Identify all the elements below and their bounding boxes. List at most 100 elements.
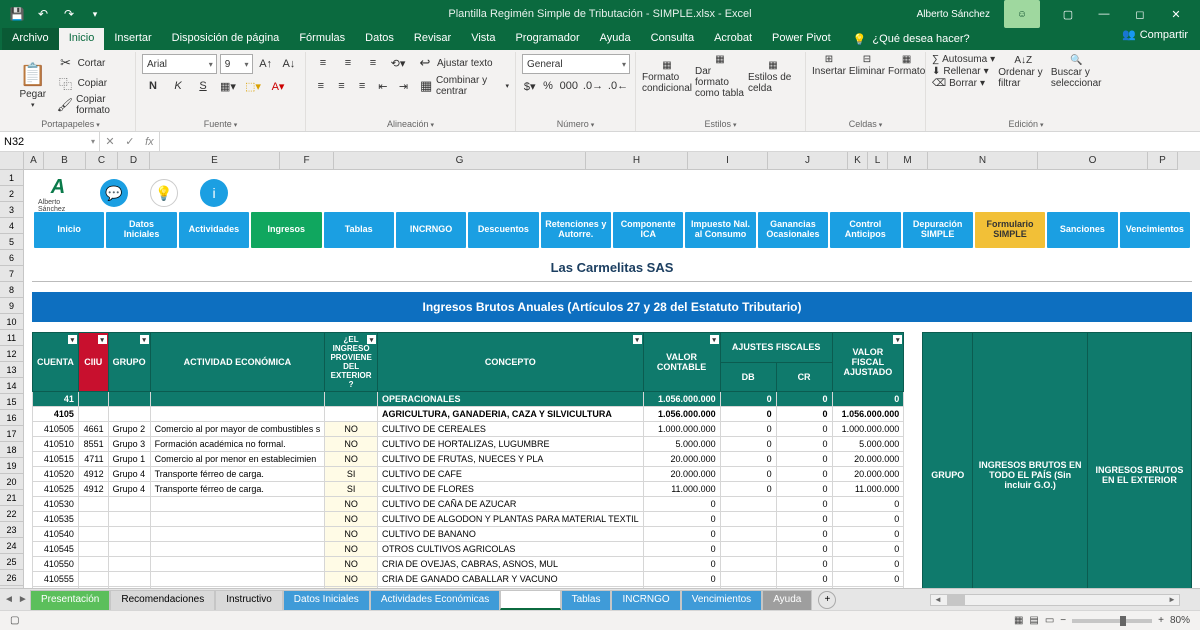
nav-btn-11[interactable]: Control Anticipos xyxy=(830,212,900,248)
copy-button[interactable]: ⿻Copiar xyxy=(57,74,129,92)
align-left-icon[interactable]: ≡ xyxy=(312,77,330,95)
nav-btn-3[interactable]: Ingresos xyxy=(251,212,321,248)
row-header[interactable]: 14 xyxy=(0,378,24,394)
summary-table[interactable]: GRUPOINGRESOS BRUTOS EN TODO EL PAÍS (Si… xyxy=(922,332,1192,588)
increase-font-icon[interactable]: A↑ xyxy=(256,55,276,73)
cancel-fx-icon[interactable]: ✕ xyxy=(105,135,114,148)
nav-btn-1[interactable]: Datos Iniciales xyxy=(106,212,176,248)
redo-icon[interactable]: ↷ xyxy=(58,3,80,25)
row-header[interactable]: 26 xyxy=(0,570,24,586)
zoom-in-icon[interactable]: + xyxy=(1158,615,1164,626)
delete-cells-button[interactable]: ⊟Eliminar xyxy=(849,54,885,77)
row-header[interactable]: 15 xyxy=(0,394,24,410)
sort-filter-button[interactable]: A↓ZOrdenar y filtrar xyxy=(998,55,1048,89)
wrap-text-button[interactable]: ↩Ajustar texto xyxy=(416,54,493,72)
sheet-next-icon[interactable]: ► xyxy=(18,594,28,605)
row-header[interactable]: 8 xyxy=(0,282,24,298)
tab-revisar[interactable]: Revisar xyxy=(404,28,461,50)
group-number[interactable]: Número xyxy=(522,119,629,131)
tab-programador[interactable]: Programador xyxy=(505,28,589,50)
row-header[interactable]: 9 xyxy=(0,298,24,314)
nav-btn-2[interactable]: Actividades xyxy=(179,212,249,248)
row-header[interactable]: 23 xyxy=(0,522,24,538)
info-icon[interactable]: i xyxy=(200,179,228,207)
col-header[interactable]: A xyxy=(24,152,44,170)
undo-icon[interactable]: ↶ xyxy=(32,3,54,25)
col-header[interactable]: J xyxy=(768,152,848,170)
tab-datos[interactable]: Datos xyxy=(355,28,404,50)
sheet-tab[interactable]: Ayuda xyxy=(762,590,812,610)
sheet-tab[interactable]: Presentación xyxy=(30,590,110,610)
row-header[interactable]: 21 xyxy=(0,490,24,506)
user-avatar[interactable]: ☺ xyxy=(1004,0,1040,28)
row-header[interactable]: 6 xyxy=(0,250,24,266)
normal-view-icon[interactable]: ▦ xyxy=(1014,615,1023,626)
sheet-tab[interactable]: Datos Iniciales xyxy=(283,590,370,610)
underline-button[interactable]: S xyxy=(192,77,214,95)
col-header[interactable]: K xyxy=(848,152,868,170)
tab-consulta[interactable]: Consulta xyxy=(641,28,704,50)
row-header[interactable]: 11 xyxy=(0,330,24,346)
align-top-icon[interactable]: ≡ xyxy=(312,54,334,72)
name-box[interactable]: N32 xyxy=(0,132,100,151)
row-header[interactable]: 7 xyxy=(0,266,24,282)
tab-vista[interactable]: Vista xyxy=(461,28,505,50)
row-header[interactable]: 12 xyxy=(0,346,24,362)
chat-icon[interactable]: 💬 xyxy=(100,179,128,207)
row-header[interactable]: 18 xyxy=(0,442,24,458)
clear-button[interactable]: ⌫ Borrar ▾ xyxy=(932,78,995,89)
tab-insertar[interactable]: Insertar xyxy=(104,28,161,50)
select-all-corner[interactable] xyxy=(0,152,24,170)
orientation-icon[interactable]: ⟲▾ xyxy=(387,54,409,72)
tab-inicio[interactable]: Inicio xyxy=(59,28,105,50)
font-name-select[interactable]: Arial xyxy=(142,54,217,74)
ribbon-options-icon[interactable]: ▢ xyxy=(1050,0,1086,28)
align-center-icon[interactable]: ≡ xyxy=(333,77,351,95)
row-header[interactable]: 19 xyxy=(0,458,24,474)
sheet-tab[interactable]: Instructivo xyxy=(215,590,283,610)
sheet-tab[interactable]: Ingresos xyxy=(500,590,560,610)
nav-btn-10[interactable]: Ganancias Ocasionales xyxy=(758,212,828,248)
cell-styles-button[interactable]: ▦Estilos de celda xyxy=(748,60,798,94)
nav-btn-15[interactable]: Vencimientos xyxy=(1120,212,1190,248)
user-name[interactable]: Alberto Sánchez xyxy=(913,0,994,28)
autosum-button[interactable]: ∑ Autosuma ▾ xyxy=(932,54,995,65)
col-header[interactable]: M xyxy=(888,152,928,170)
nav-btn-14[interactable]: Sanciones xyxy=(1047,212,1117,248)
col-header[interactable]: G xyxy=(334,152,586,170)
group-alignment[interactable]: Alineación xyxy=(312,119,509,131)
save-icon[interactable]: 💾 xyxy=(6,3,28,25)
align-bottom-icon[interactable]: ≡ xyxy=(362,54,384,72)
share-button[interactable]: 👥 Compartir xyxy=(1122,28,1188,41)
col-header[interactable]: E xyxy=(150,152,280,170)
currency-icon[interactable]: $▾ xyxy=(522,77,537,95)
record-macro-icon[interactable]: ▢ xyxy=(10,615,19,626)
nav-btn-12[interactable]: Depuración SIMPLE xyxy=(903,212,973,248)
nav-btn-5[interactable]: INCRNGO xyxy=(396,212,466,248)
tab-acrobat[interactable]: Acrobat xyxy=(704,28,762,50)
col-header[interactable]: C xyxy=(86,152,118,170)
row-header[interactable]: 1 xyxy=(0,170,24,186)
row-header[interactable]: 17 xyxy=(0,426,24,442)
sheet-prev-icon[interactable]: ◄ xyxy=(4,594,14,605)
pagebreak-view-icon[interactable]: ▭ xyxy=(1045,615,1054,626)
borders-icon[interactable]: ▦▾ xyxy=(217,77,239,95)
nav-btn-4[interactable]: Tablas xyxy=(324,212,394,248)
row-header[interactable]: 4 xyxy=(0,218,24,234)
tab-file[interactable]: Archivo xyxy=(2,28,59,50)
decrease-font-icon[interactable]: A↓ xyxy=(279,55,299,73)
col-header[interactable]: B xyxy=(44,152,86,170)
group-font[interactable]: Fuente xyxy=(142,119,299,131)
tab-ayuda[interactable]: Ayuda xyxy=(590,28,641,50)
zoom-slider[interactable] xyxy=(1072,619,1152,623)
cut-button[interactable]: ✂Cortar xyxy=(57,54,129,72)
merge-button[interactable]: ▦Combinar y centrar▾ xyxy=(419,75,509,97)
sheet-tab[interactable]: INCRNGO xyxy=(611,590,680,610)
fx-icon[interactable]: fx xyxy=(145,136,154,148)
nav-btn-6[interactable]: Descuentos xyxy=(468,212,538,248)
tab-formulas[interactable]: Fórmulas xyxy=(289,28,355,50)
zoom-level[interactable]: 80% xyxy=(1170,615,1190,626)
enter-fx-icon[interactable]: ✓ xyxy=(125,135,134,148)
sheet-tab[interactable]: Recomendaciones xyxy=(110,590,215,610)
bold-button[interactable]: N xyxy=(142,77,164,95)
